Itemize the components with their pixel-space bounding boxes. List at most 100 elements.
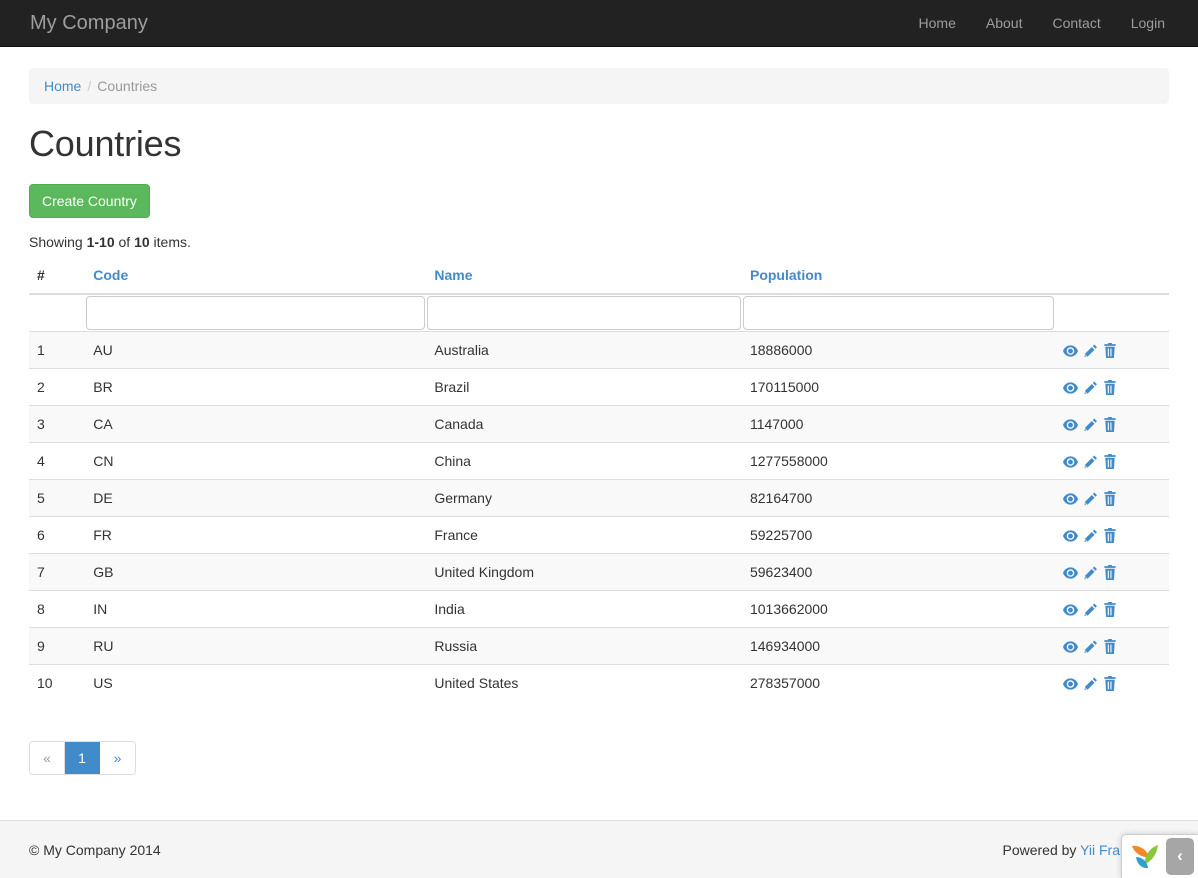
page-title: Countries — [29, 124, 1169, 164]
cell-name: China — [426, 442, 742, 479]
page-root: My Company Home About Contact Login Home… — [0, 0, 1198, 878]
pencil-icon[interactable] — [1083, 455, 1098, 469]
nav-item-login[interactable]: Login — [1116, 0, 1180, 47]
cell-population: 1277558000 — [742, 442, 1055, 479]
cell-actions — [1055, 479, 1169, 516]
filter-cell-code — [85, 294, 426, 332]
filter-input-population[interactable] — [743, 296, 1054, 330]
filter-input-code[interactable] — [86, 296, 425, 330]
cell-actions — [1055, 442, 1169, 479]
cell-code: GB — [85, 553, 426, 590]
cell-actions — [1055, 331, 1169, 368]
cell-num: 5 — [29, 479, 85, 516]
pagination-next[interactable]: » — [100, 742, 135, 774]
cell-population: 146934000 — [742, 627, 1055, 664]
cell-name: Canada — [426, 405, 742, 442]
pencil-icon[interactable] — [1083, 566, 1098, 580]
pagination-prev[interactable]: « — [30, 742, 65, 774]
trash-icon[interactable] — [1103, 491, 1117, 506]
pencil-icon[interactable] — [1083, 603, 1098, 617]
pagination-next-link[interactable]: » — [100, 742, 135, 774]
cell-actions — [1055, 627, 1169, 664]
eye-icon[interactable] — [1063, 566, 1078, 580]
nav-link-login[interactable]: Login — [1116, 0, 1180, 47]
trash-icon[interactable] — [1103, 565, 1117, 580]
eye-icon[interactable] — [1063, 492, 1078, 506]
cell-population: 1147000 — [742, 405, 1055, 442]
eye-icon[interactable] — [1063, 381, 1078, 395]
sort-link-population[interactable]: Population — [750, 267, 822, 283]
summary-range: 1-10 — [87, 234, 115, 250]
trash-icon[interactable] — [1103, 602, 1117, 617]
eye-icon[interactable] — [1063, 418, 1078, 432]
cell-name: Australia — [426, 331, 742, 368]
yii-debug-toolbar[interactable]: ‹ — [1121, 834, 1198, 878]
filter-cell-name — [426, 294, 742, 332]
trash-icon[interactable] — [1103, 528, 1117, 543]
cell-name: Russia — [426, 627, 742, 664]
trash-icon[interactable] — [1103, 343, 1117, 358]
cell-num: 1 — [29, 331, 85, 368]
table-row: 6FRFrance59225700 — [29, 516, 1169, 553]
breadcrumb-link-home[interactable]: Home — [44, 76, 81, 96]
eye-icon[interactable] — [1063, 640, 1078, 654]
cell-name: India — [426, 590, 742, 627]
pencil-icon[interactable] — [1083, 418, 1098, 432]
nav-item-home[interactable]: Home — [904, 0, 971, 47]
eye-icon[interactable] — [1063, 603, 1078, 617]
create-country-button[interactable]: Create Country — [29, 184, 150, 218]
sort-link-code[interactable]: Code — [93, 267, 128, 283]
trash-icon[interactable] — [1103, 380, 1117, 395]
pagination-prev-link[interactable]: « — [30, 742, 65, 774]
eye-icon[interactable] — [1063, 344, 1078, 358]
pencil-icon[interactable] — [1083, 529, 1098, 543]
cell-actions — [1055, 553, 1169, 590]
cell-name: United Kingdom — [426, 553, 742, 590]
cell-population: 278357000 — [742, 664, 1055, 701]
cell-code: CA — [85, 405, 426, 442]
cell-actions — [1055, 664, 1169, 701]
header-population: Population — [742, 257, 1055, 294]
nav-link-about[interactable]: About — [971, 0, 1038, 47]
trash-icon[interactable] — [1103, 454, 1117, 469]
cell-num: 10 — [29, 664, 85, 701]
page-footer: © My Company 2014 Powered by Yii Framewo… — [0, 820, 1198, 878]
nav-item-contact[interactable]: Contact — [1037, 0, 1115, 47]
breadcrumb: Home / Countries — [29, 68, 1169, 104]
sort-link-name[interactable]: Name — [434, 267, 472, 283]
filter-cell-actions — [1055, 294, 1169, 332]
header-name: Name — [426, 257, 742, 294]
cell-num: 9 — [29, 627, 85, 664]
pencil-icon[interactable] — [1083, 640, 1098, 654]
pencil-icon[interactable] — [1083, 344, 1098, 358]
cell-population: 18886000 — [742, 331, 1055, 368]
pagination-page-1[interactable]: 1 — [65, 742, 100, 774]
nav-item-about[interactable]: About — [971, 0, 1038, 47]
pencil-icon[interactable] — [1083, 492, 1098, 506]
breadcrumb-current-label: Countries — [97, 76, 157, 96]
table-row: 2BRBrazil170115000 — [29, 368, 1169, 405]
yii-logo-icon — [1128, 838, 1162, 875]
debug-toolbar-toggle-button[interactable]: ‹ — [1166, 838, 1194, 875]
table-row: 4CNChina1277558000 — [29, 442, 1169, 479]
pencil-icon[interactable] — [1083, 381, 1098, 395]
navbar-brand[interactable]: My Company — [0, 13, 163, 33]
nav-link-contact[interactable]: Contact — [1037, 0, 1115, 47]
pagination-page-1-link[interactable]: 1 — [65, 742, 100, 774]
summary-middle: of — [115, 234, 134, 250]
cell-code: CN — [85, 442, 426, 479]
breadcrumb-item-home[interactable]: Home / — [44, 76, 97, 96]
trash-icon[interactable] — [1103, 676, 1117, 691]
nav-link-home[interactable]: Home — [904, 0, 971, 47]
summary-total: 10 — [134, 234, 150, 250]
eye-icon[interactable] — [1063, 455, 1078, 469]
pencil-icon[interactable] — [1083, 677, 1098, 691]
grid-head: # Code Name Population — [29, 257, 1169, 332]
header-code: Code — [85, 257, 426, 294]
table-row: 5DEGermany82164700 — [29, 479, 1169, 516]
trash-icon[interactable] — [1103, 639, 1117, 654]
eye-icon[interactable] — [1063, 677, 1078, 691]
trash-icon[interactable] — [1103, 417, 1117, 432]
eye-icon[interactable] — [1063, 529, 1078, 543]
filter-input-name[interactable] — [427, 296, 741, 330]
